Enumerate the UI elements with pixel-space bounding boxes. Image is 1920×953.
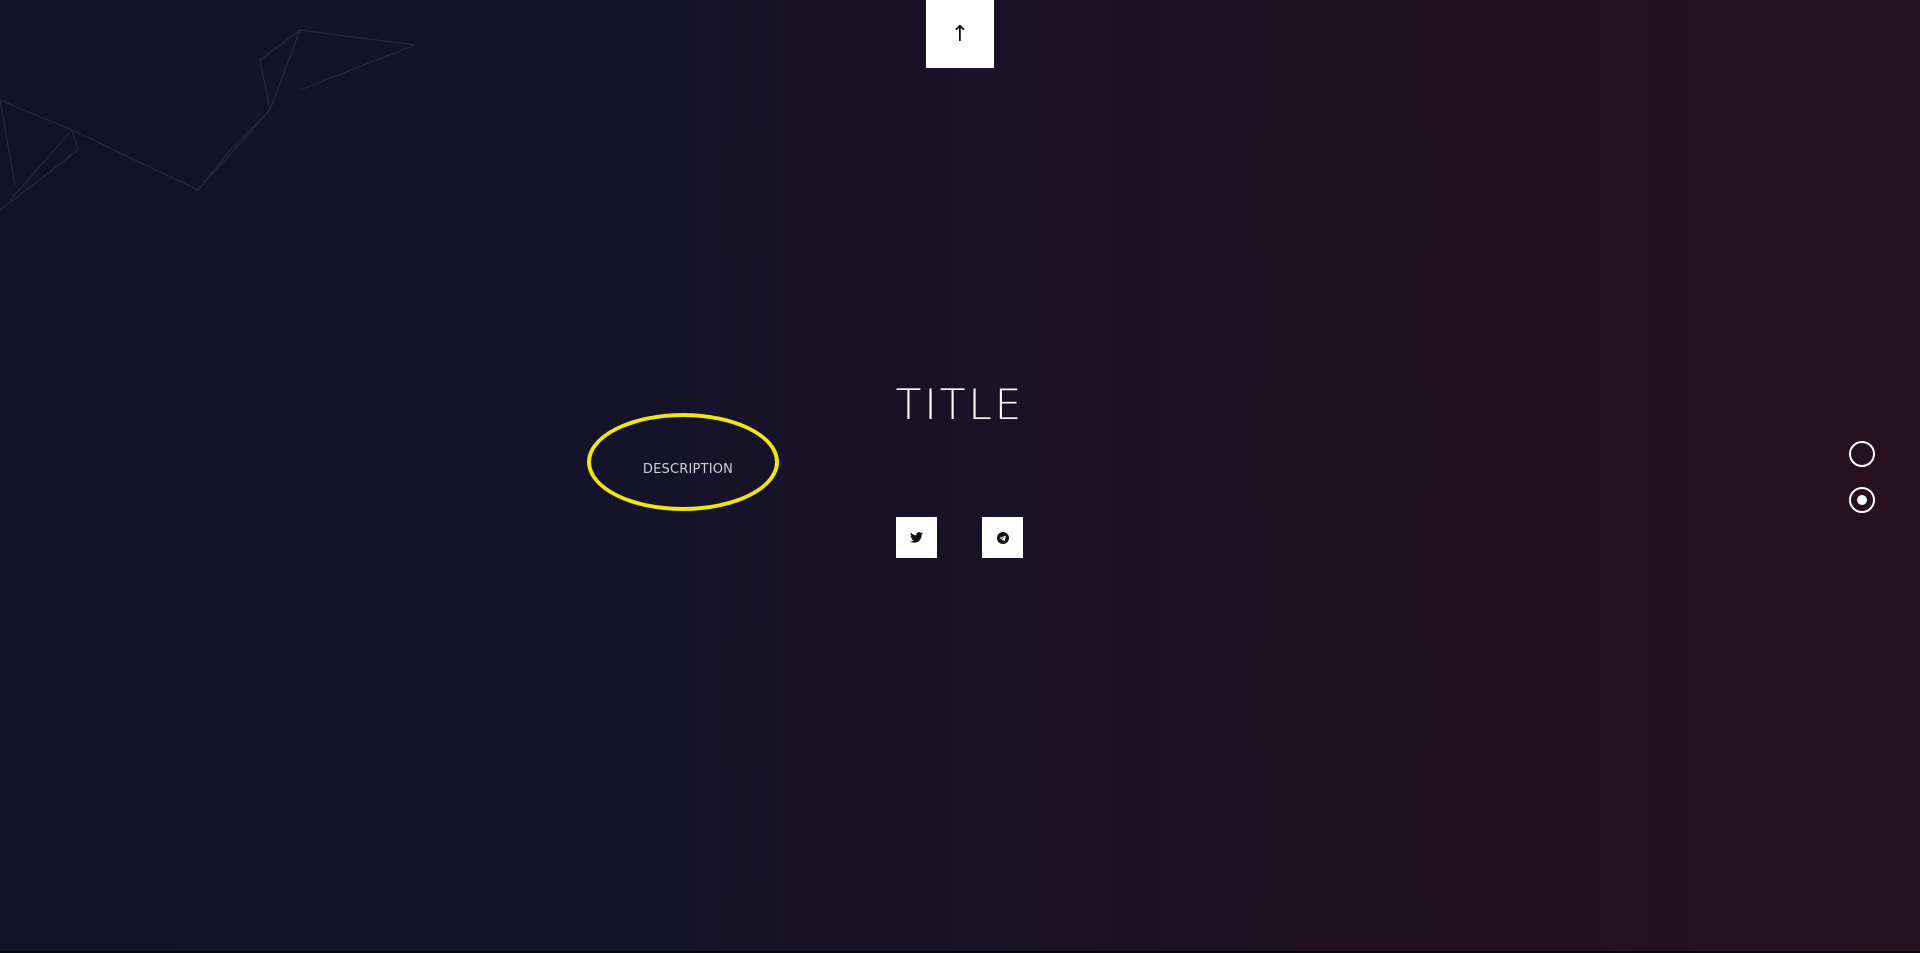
- scroll-to-top-button[interactable]: ↑: [926, 0, 994, 68]
- telegram-button[interactable]: [982, 517, 1023, 558]
- twitter-icon: [910, 532, 923, 543]
- page-description: DESCRIPTION: [642, 462, 734, 477]
- telegram-icon: [996, 531, 1009, 544]
- active-dot-indicator: [1857, 495, 1867, 505]
- section-dot-2[interactable]: [1849, 487, 1875, 513]
- page-title: TITLE: [895, 380, 1025, 429]
- background-network-lines: [0, 29, 416, 211]
- section-dot-1[interactable]: [1849, 441, 1875, 467]
- arrow-up-icon: ↑: [950, 21, 970, 47]
- section-navigation: [1849, 441, 1875, 533]
- twitter-button[interactable]: [896, 517, 937, 558]
